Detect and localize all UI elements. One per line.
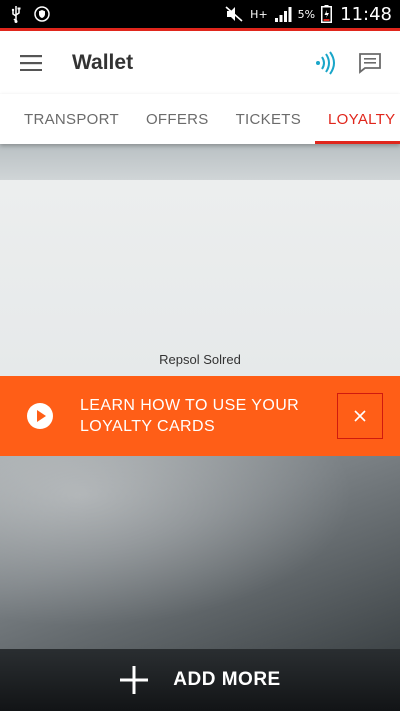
loyalty-card[interactable]: Repsol Solred [0, 144, 400, 376]
network-type: H+ [250, 7, 268, 21]
close-banner-button[interactable] [337, 393, 383, 439]
mute-icon [224, 4, 244, 24]
page-title: Wallet [72, 50, 134, 74]
app-bar: Wallet [0, 28, 400, 94]
nfc-icon [316, 50, 335, 75]
add-more-button[interactable]: ADD MORE [0, 649, 400, 711]
tab-offers[interactable]: OFFERS [146, 94, 209, 144]
banner-text: LEARN HOW TO USE YOUR LOYALTY CARDS [80, 397, 300, 435]
status-bar: H+ 5% 11:48 [0, 0, 400, 28]
clock: 11:48 [340, 3, 392, 25]
messages-button[interactable] [348, 32, 392, 94]
message-icon [359, 52, 381, 74]
shield-icon [34, 4, 50, 24]
battery-percent: 5% [297, 7, 316, 21]
plus-icon [119, 665, 149, 695]
card-stack-background [0, 456, 400, 649]
nfc-button[interactable] [304, 32, 348, 94]
card-image [0, 180, 400, 376]
play-icon [27, 403, 53, 429]
menu-button[interactable] [0, 32, 62, 94]
hamburger-icon [20, 54, 42, 71]
tutorial-banner[interactable]: LEARN HOW TO USE YOUR LOYALTY CARDS [0, 376, 400, 456]
play-button[interactable] [0, 376, 80, 456]
tab-transport[interactable]: TRANSPORT [24, 94, 119, 144]
usb-icon [10, 4, 22, 24]
card-label: Repsol Solred [159, 352, 241, 367]
tab-tickets[interactable]: TICKETS [236, 94, 301, 144]
battery-icon [321, 4, 333, 24]
add-more-label: ADD MORE [173, 669, 281, 690]
tab-bar: T TRANSPORT OFFERS TICKETS LOYALTY [0, 94, 400, 144]
signal-icon [274, 4, 292, 24]
close-icon [354, 410, 366, 422]
tab-loyalty[interactable]: LOYALTY [315, 94, 400, 144]
